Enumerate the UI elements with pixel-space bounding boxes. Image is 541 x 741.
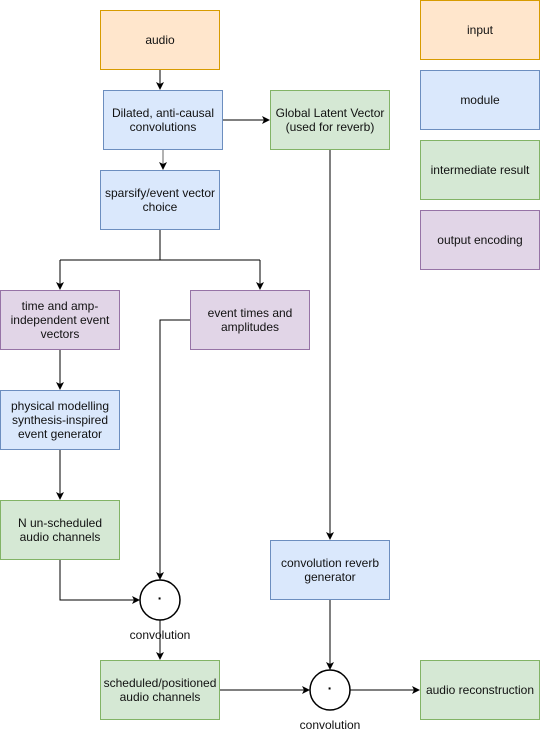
node-audio-reconstruction: audio reconstruction xyxy=(420,660,540,720)
node-global-latent-vector: Global Latent Vector (used for reverb) xyxy=(270,90,390,150)
node-dilated-convolutions: Dilated, anti-causal convolutions xyxy=(103,90,223,150)
convolution-label-1: convolution xyxy=(129,628,191,642)
convolution-symbol-1: · xyxy=(157,590,163,606)
node-event-generator: physical modelling synthesis-inspired ev… xyxy=(0,390,120,450)
node-scheduled-channels: scheduled/positioned audio channels xyxy=(100,660,220,720)
legend-intermediate: intermediate result xyxy=(420,140,540,200)
legend-output: output encoding xyxy=(420,210,540,270)
node-unscheduled-channels: N un-scheduled audio channels xyxy=(0,500,120,560)
convolution-symbol-2: · xyxy=(327,680,333,696)
legend-module: module xyxy=(420,70,540,130)
node-sparsify: sparsify/event vector choice xyxy=(100,170,220,230)
node-event-vectors: time and amp-independent event vectors xyxy=(0,290,120,350)
node-audio: audio xyxy=(100,10,220,70)
convolution-label-2: convolution xyxy=(299,718,361,732)
edge-sparsify-split xyxy=(60,230,260,261)
node-event-times: event times and amplitudes xyxy=(190,290,310,350)
node-reverb-generator: convolution reverb generator xyxy=(270,540,390,600)
legend-input: input xyxy=(420,0,540,60)
edge-unscheduled-conv1 xyxy=(59,560,140,604)
edge-event-times-conv1 xyxy=(156,319,190,580)
